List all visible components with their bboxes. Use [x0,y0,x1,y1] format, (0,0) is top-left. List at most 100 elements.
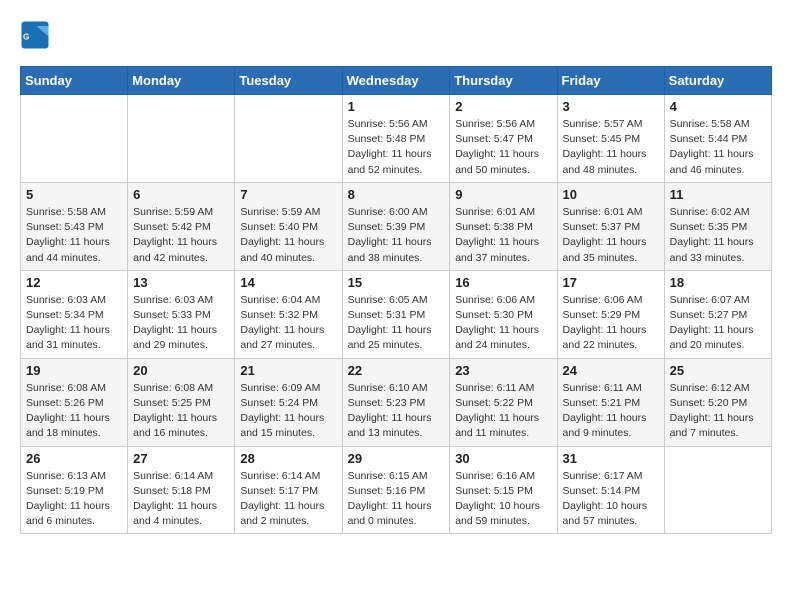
calendar-cell: 30 Sunrise: 6:16 AM Sunset: 5:15 PM Dayli… [450,446,557,534]
day-number: 21 [240,363,336,378]
day-info: Sunrise: 6:04 AM Sunset: 5:32 PM Dayligh… [240,293,336,354]
day-number: 4 [670,99,766,114]
calendar-cell [128,95,235,183]
weekday-header: Thursday [450,67,557,95]
calendar-cell: 23Sunrise: 6:11 AM Sunset: 5:22 PM Dayli… [450,358,557,446]
day-info: Sunrise: 6:12 AM Sunset: 5:20 PM Dayligh… [670,381,766,442]
day-number: 27 [133,451,229,466]
day-number: 28 [240,451,336,466]
calendar-cell: 17Sunrise: 6:06 AM Sunset: 5:29 PM Dayli… [557,270,664,358]
calendar-cell: 18 Sunrise: 6:07 AM Sunset: 5:27 PM Dayli… [664,270,771,358]
day-info: Sunrise: 6:14 AM Sunset: 5:18 PM Dayligh… [133,469,229,530]
calendar-cell: 28 Sunrise: 6:14 AM Sunset: 5:17 PM Dayli… [235,446,342,534]
calendar-cell: 22Sunrise: 6:10 AM Sunset: 5:23 PM Dayli… [342,358,450,446]
calendar-cell: 3 Sunrise: 5:57 AM Sunset: 5:45 PM Daylig… [557,95,664,183]
calendar-cell: 6 Sunrise: 5:59 AM Sunset: 5:42 PM Daylig… [128,182,235,270]
day-info: Sunrise: 5:56 AM Sunset: 5:48 PM Dayligh… [348,117,445,178]
day-number: 8 [348,187,445,202]
day-info: Sunrise: 6:03 AM Sunset: 5:34 PM Dayligh… [26,293,122,354]
calendar-table: SundayMondayTuesdayWednesdayThursdayFrid… [20,66,772,534]
page-header: G [20,20,772,50]
calendar-cell: 19 Sunrise: 6:08 AM Sunset: 5:26 PM Dayli… [21,358,128,446]
day-number: 13 [133,275,229,290]
day-info: Sunrise: 6:06 AM Sunset: 5:30 PM Dayligh… [455,293,551,354]
weekday-header: Friday [557,67,664,95]
day-info: Sunrise: 5:59 AM Sunset: 5:42 PM Dayligh… [133,205,229,266]
day-info: Sunrise: 6:01 AM Sunset: 5:38 PM Dayligh… [455,205,551,266]
calendar-cell: 25 Sunrise: 6:12 AM Sunset: 5:20 PM Dayli… [664,358,771,446]
calendar-header-row: SundayMondayTuesdayWednesdayThursdayFrid… [21,67,772,95]
day-info: Sunrise: 6:11 AM Sunset: 5:21 PM Dayligh… [563,381,659,442]
calendar-cell: 21Sunrise: 6:09 AM Sunset: 5:24 PM Dayli… [235,358,342,446]
day-number: 1 [348,99,445,114]
day-number: 24 [563,363,659,378]
day-info: Sunrise: 6:13 AM Sunset: 5:19 PM Dayligh… [26,469,122,530]
day-info: Sunrise: 6:15 AM Sunset: 5:16 PM Dayligh… [348,469,445,530]
day-info: Sunrise: 6:01 AM Sunset: 5:37 PM Dayligh… [563,205,659,266]
day-number: 17 [563,275,659,290]
logo: G [20,20,56,50]
calendar-cell: 20Sunrise: 6:08 AM Sunset: 5:25 PM Dayli… [128,358,235,446]
calendar-cell: 1 Sunrise: 5:56 AM Sunset: 5:48 PM Daylig… [342,95,450,183]
day-info: Sunrise: 5:59 AM Sunset: 5:40 PM Dayligh… [240,205,336,266]
day-info: Sunrise: 6:03 AM Sunset: 5:33 PM Dayligh… [133,293,229,354]
day-number: 6 [133,187,229,202]
weekday-header: Sunday [21,67,128,95]
day-number: 15 [348,275,445,290]
calendar-cell: 10 Sunrise: 6:01 AM Sunset: 5:37 PM Dayli… [557,182,664,270]
calendar-cell: 29 Sunrise: 6:15 AM Sunset: 5:16 PM Dayli… [342,446,450,534]
day-number: 19 [26,363,122,378]
day-info: Sunrise: 6:00 AM Sunset: 5:39 PM Dayligh… [348,205,445,266]
weekday-header: Wednesday [342,67,450,95]
day-info: Sunrise: 6:10 AM Sunset: 5:23 PM Dayligh… [348,381,445,442]
calendar-cell [235,95,342,183]
day-info: Sunrise: 5:58 AM Sunset: 5:44 PM Dayligh… [670,117,766,178]
calendar-cell: 16 Sunrise: 6:06 AM Sunset: 5:30 PM Dayli… [450,270,557,358]
calendar-cell: 26 Sunrise: 6:13 AM Sunset: 5:19 PM Dayli… [21,446,128,534]
day-number: 7 [240,187,336,202]
day-number: 30 [455,451,551,466]
day-info: Sunrise: 5:57 AM Sunset: 5:45 PM Dayligh… [563,117,659,178]
day-number: 29 [348,451,445,466]
weekday-header: Monday [128,67,235,95]
day-number: 5 [26,187,122,202]
calendar-week-row: 1 Sunrise: 5:56 AM Sunset: 5:48 PM Daylig… [21,95,772,183]
calendar-cell: 24 Sunrise: 6:11 AM Sunset: 5:21 PM Dayli… [557,358,664,446]
day-info: Sunrise: 6:16 AM Sunset: 5:15 PM Dayligh… [455,469,551,530]
day-info: Sunrise: 6:08 AM Sunset: 5:26 PM Dayligh… [26,381,122,442]
day-number: 2 [455,99,551,114]
calendar-cell: 2Sunrise: 5:56 AM Sunset: 5:47 PM Daylig… [450,95,557,183]
calendar-cell: 11Sunrise: 6:02 AM Sunset: 5:35 PM Dayli… [664,182,771,270]
calendar-cell: 13 Sunrise: 6:03 AM Sunset: 5:33 PM Dayli… [128,270,235,358]
day-number: 10 [563,187,659,202]
day-number: 3 [563,99,659,114]
calendar-cell [21,95,128,183]
day-number: 12 [26,275,122,290]
day-number: 11 [670,187,766,202]
calendar-cell: 31 Sunrise: 6:17 AM Sunset: 5:14 PM Dayli… [557,446,664,534]
calendar-week-row: 19 Sunrise: 6:08 AM Sunset: 5:26 PM Dayli… [21,358,772,446]
calendar-cell [664,446,771,534]
day-info: Sunrise: 5:58 AM Sunset: 5:43 PM Dayligh… [26,205,122,266]
weekday-header: Saturday [664,67,771,95]
calendar-week-row: 26 Sunrise: 6:13 AM Sunset: 5:19 PM Dayli… [21,446,772,534]
day-info: Sunrise: 6:14 AM Sunset: 5:17 PM Dayligh… [240,469,336,530]
day-info: Sunrise: 6:05 AM Sunset: 5:31 PM Dayligh… [348,293,445,354]
calendar-cell: 14 Sunrise: 6:04 AM Sunset: 5:32 PM Dayli… [235,270,342,358]
weekday-header: Tuesday [235,67,342,95]
day-info: Sunrise: 6:17 AM Sunset: 5:14 PM Dayligh… [563,469,659,530]
day-info: Sunrise: 6:07 AM Sunset: 5:27 PM Dayligh… [670,293,766,354]
calendar-cell: 12 Sunrise: 6:03 AM Sunset: 5:34 PM Dayli… [21,270,128,358]
day-number: 23 [455,363,551,378]
day-number: 14 [240,275,336,290]
calendar-cell: 5 Sunrise: 5:58 AM Sunset: 5:43 PM Daylig… [21,182,128,270]
day-number: 25 [670,363,766,378]
day-number: 20 [133,363,229,378]
calendar-cell: 7 Sunrise: 5:59 AM Sunset: 5:40 PM Daylig… [235,182,342,270]
day-number: 26 [26,451,122,466]
day-number: 16 [455,275,551,290]
calendar-cell: 9Sunrise: 6:01 AM Sunset: 5:38 PM Daylig… [450,182,557,270]
calendar-cell: 27 Sunrise: 6:14 AM Sunset: 5:18 PM Dayli… [128,446,235,534]
day-number: 18 [670,275,766,290]
day-number: 31 [563,451,659,466]
